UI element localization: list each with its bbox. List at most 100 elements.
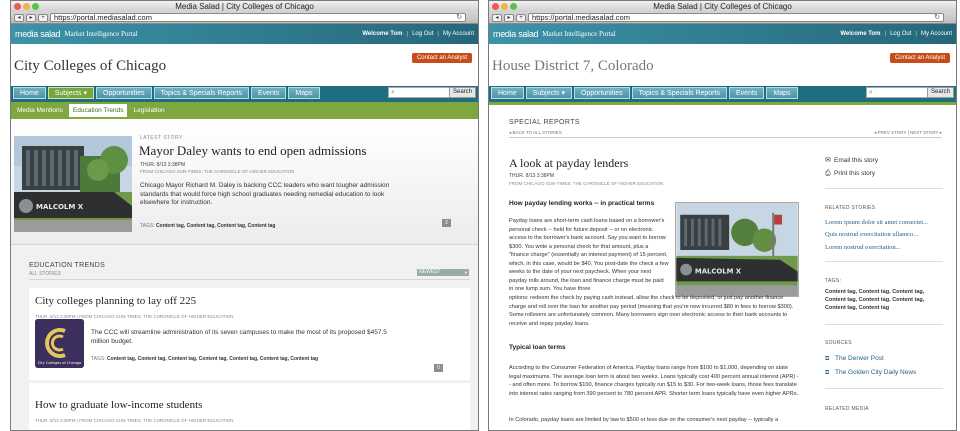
portal-name: Market Intelligence Portal	[64, 30, 138, 38]
feature-source: FROM CHICAGO SUN-TIMES, THE CHRONICLE OF…	[140, 169, 295, 174]
back-arrow-icon[interactable]: ◂	[492, 13, 502, 22]
section-title: SPECIAL REPORTS	[509, 119, 580, 126]
tag-list[interactable]: Content tag, Content tag, Content tag, C…	[825, 288, 943, 312]
search-input[interactable]: ⌕	[388, 87, 454, 98]
printer-icon: ⎙	[825, 170, 831, 177]
feature-headline[interactable]: Mayor Daley wants to end open admissions	[139, 143, 366, 159]
portal-name: Market Intelligence Portal	[542, 30, 616, 38]
sources-label: SOURCES	[825, 340, 852, 346]
minimize-icon[interactable]	[23, 3, 30, 10]
comment-count-badge[interactable]: 0	[434, 364, 443, 372]
comment-count-badge[interactable]: 2	[442, 219, 451, 227]
story-photo[interactable]: MALCOLM X	[14, 136, 132, 232]
tab-topics-special-reports[interactable]: Topics & Specials Reports	[631, 87, 727, 99]
divider	[509, 137, 942, 138]
tab-home[interactable]: Home	[491, 87, 524, 99]
article-paragraph: In Colorado, payday loans are limited by…	[509, 417, 779, 423]
story-title[interactable]: How to graduate low-income students	[35, 399, 202, 411]
tab-opportunities[interactable]: Opportunities	[574, 87, 630, 99]
story-meta: THUR. 8/13 3:38PM | FROM CHICAGO SUN-TIM…	[35, 418, 234, 423]
divider	[29, 279, 470, 280]
media-salad-logo[interactable]: media salad	[15, 29, 61, 39]
feature-date: THUR. 8/13 3:38PM	[140, 162, 186, 168]
tab-events[interactable]: Events	[250, 87, 287, 99]
add-tab-icon[interactable]: +	[38, 13, 48, 22]
feature-body: Chicago Mayor Richard M. Daley is backin…	[140, 182, 390, 206]
my-account-link[interactable]: My Account	[921, 31, 952, 37]
article-date: THUR. 8/13 3:38PM	[509, 173, 555, 179]
app-header: media salad Market Intelligence Portal W…	[489, 24, 956, 44]
logout-link[interactable]: Log Out	[412, 31, 433, 37]
browser-toolbar: ◂ ▸ + https://portal.mediasalad.com ↻	[11, 12, 478, 24]
source-link[interactable]: ⧉ The Denver Post	[825, 355, 884, 363]
add-tab-icon[interactable]: +	[516, 13, 526, 22]
main-nav: Home Subjects ▾ Opportunities Topics & S…	[11, 84, 478, 102]
address-bar[interactable]: https://portal.mediasalad.com ↻	[50, 13, 466, 22]
tab-events[interactable]: Events	[728, 87, 765, 99]
welcome-text: Welcome Tom	[362, 31, 403, 37]
sort-select[interactable]: NEWEST ▼	[417, 269, 469, 276]
close-icon[interactable]	[492, 3, 499, 10]
city-colleges-logo: City Colleges of Chicago	[35, 319, 84, 368]
accent-bar	[489, 102, 956, 105]
address-bar[interactable]: https://portal.mediasalad.com ↻	[528, 13, 944, 22]
zoom-icon[interactable]	[510, 3, 517, 10]
browser-window-right: Media Salad | City Colleges of Chicago ◂…	[488, 0, 957, 431]
my-account-link[interactable]: My Account	[443, 31, 474, 37]
source-name: The Denver Post	[835, 355, 884, 362]
subtab-legislation[interactable]: Legislation	[129, 104, 168, 117]
tab-subjects[interactable]: Subjects ▾	[525, 87, 572, 99]
contact-analyst-button[interactable]: Contact an Analyst	[411, 53, 472, 63]
zoom-icon[interactable]	[32, 3, 39, 10]
search-button[interactable]: Search	[926, 87, 954, 98]
tags-label: TAGS:	[825, 278, 842, 284]
back-arrow-icon[interactable]: ◂	[14, 13, 24, 22]
tags-label: TAGS:	[140, 223, 155, 229]
tab-subjects[interactable]: Subjects ▾	[47, 87, 94, 99]
story-title[interactable]: City colleges planning to lay off 225	[35, 295, 196, 307]
browser-toolbar: ◂ ▸ + https://portal.mediasalad.com ↻	[489, 12, 956, 24]
tab-home[interactable]: Home	[13, 87, 46, 99]
window-titlebar: Media Salad | City Colleges of Chicago	[11, 1, 478, 12]
url-text: https://portal.mediasalad.com	[54, 13, 152, 22]
article-subheading: Typical loan terms	[509, 344, 566, 351]
tag-list[interactable]: Content tag, Content tag, Content tag, C…	[156, 223, 275, 229]
contact-analyst-button[interactable]: Contact an Analyst	[889, 53, 950, 63]
prev-next-story-links[interactable]: ◂ PREV STORY | NEXT STORY ▸	[874, 130, 942, 136]
logout-link[interactable]: Log Out	[890, 31, 911, 37]
source-link[interactable]: ⧉ The Golden City Daily News	[825, 369, 916, 377]
window-controls[interactable]	[14, 3, 39, 10]
print-story-link[interactable]: ⎙ Print this story	[825, 170, 875, 178]
external-link-icon: ⧉	[825, 370, 830, 376]
subtab-media-mentions[interactable]: Media Mentions	[13, 104, 67, 117]
media-salad-logo[interactable]: media salad	[493, 29, 539, 39]
sub-nav: Media Mentions Education Trends Legislat…	[11, 102, 478, 119]
tab-maps[interactable]: Maps	[288, 87, 320, 99]
reload-icon[interactable]: ↻	[456, 14, 462, 22]
search-button[interactable]: Search	[448, 87, 476, 98]
search-input[interactable]: ⌕	[866, 87, 932, 98]
divider	[825, 188, 943, 189]
window-controls[interactable]	[492, 3, 517, 10]
email-story-link[interactable]: ✉ Email this story	[825, 156, 878, 164]
tags-label: TAGS:	[91, 356, 106, 362]
chevron-down-icon: ▼	[464, 270, 468, 275]
close-icon[interactable]	[14, 3, 21, 10]
app-header: media salad Market Intelligence Portal W…	[11, 24, 478, 44]
subtab-education-trends[interactable]: Education Trends	[68, 104, 128, 117]
related-story-link[interactable]: Lorem nostrud exercitation...	[825, 244, 901, 251]
minimize-icon[interactable]	[501, 3, 508, 10]
related-story-link[interactable]: Lorem ipsum dolor sit amet consectet...	[825, 219, 928, 226]
back-to-all-stories-link[interactable]: ◂ BACK TO ALL STORIES	[509, 130, 562, 136]
divider	[825, 324, 943, 325]
tab-maps[interactable]: Maps	[766, 87, 798, 99]
tag-list[interactable]: Content tag, Content tag, Content tag, C…	[107, 356, 318, 362]
forward-arrow-icon[interactable]: ▸	[504, 13, 514, 22]
tab-opportunities[interactable]: Opportunities	[96, 87, 152, 99]
tab-topics-special-reports[interactable]: Topics & Specials Reports	[153, 87, 249, 99]
related-story-link[interactable]: Quis nostrud exercitation ullamco...	[825, 231, 918, 238]
reload-icon[interactable]: ↻	[934, 14, 940, 22]
forward-arrow-icon[interactable]: ▸	[26, 13, 36, 22]
article-photo[interactable]: MALCOLM X	[675, 202, 799, 297]
print-label: Print this story	[834, 170, 876, 177]
